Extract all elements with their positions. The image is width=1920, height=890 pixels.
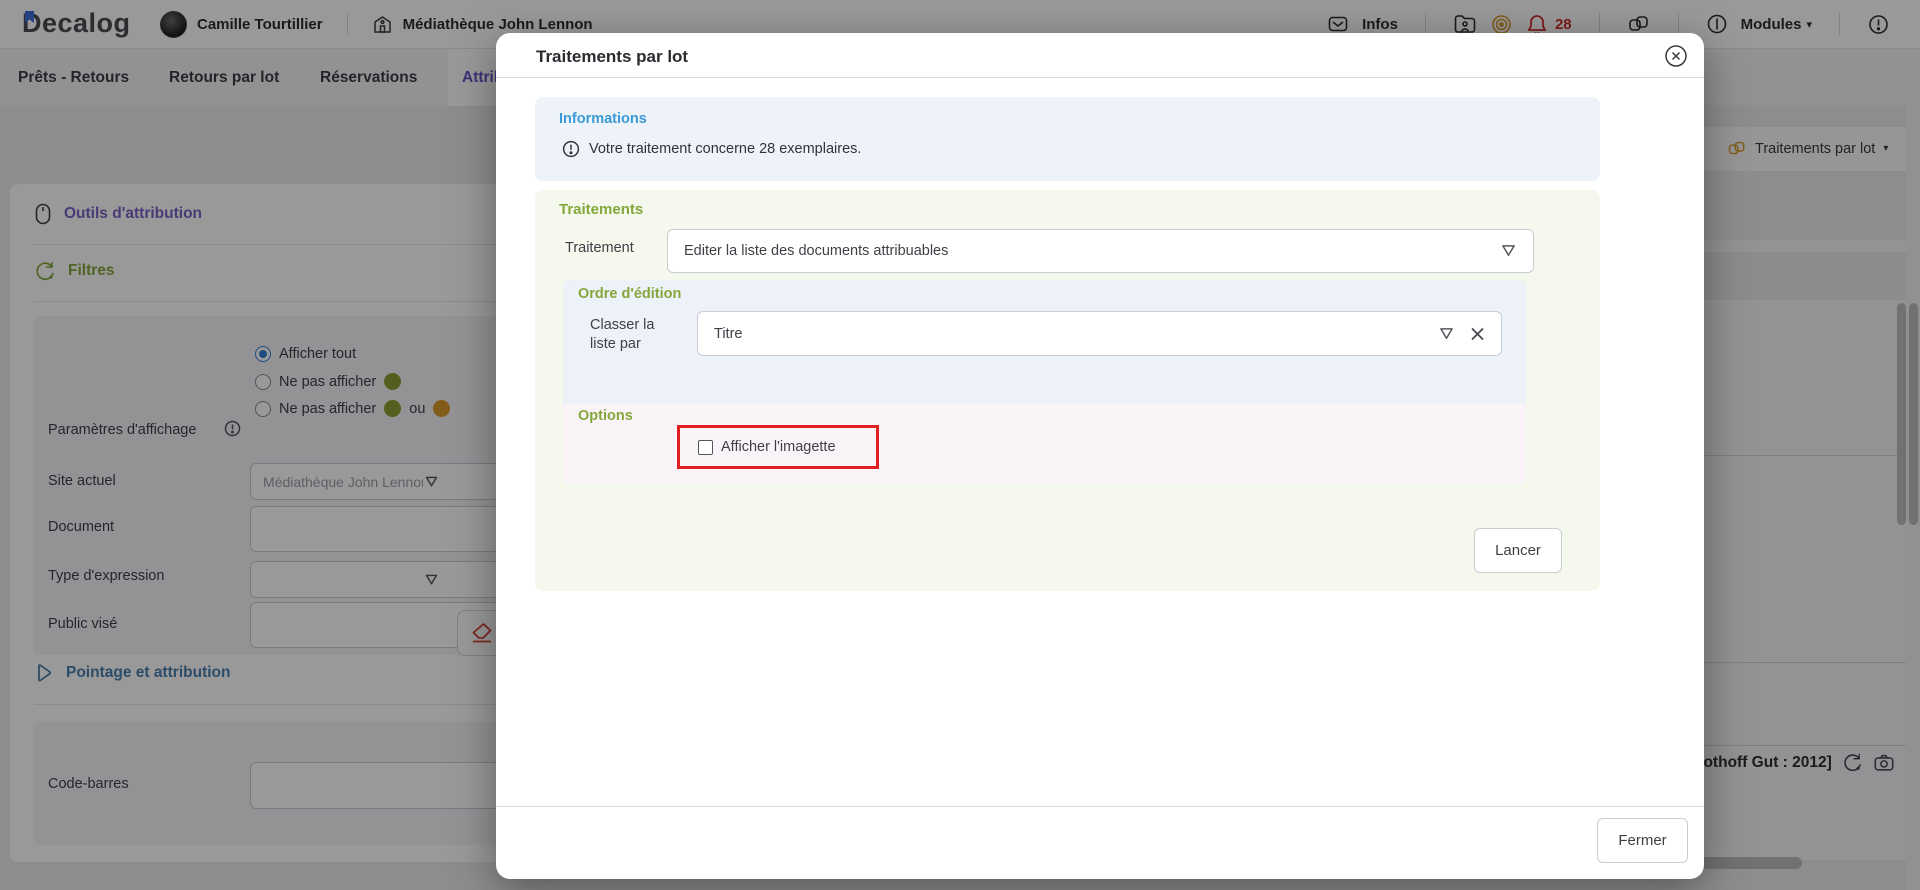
info-circle-icon xyxy=(561,139,581,159)
app-screen: Decalog Camille Tourtillier Médiathèque … xyxy=(0,0,1920,890)
edition-order-panel: Ordre d'édition Classer la liste par Tit… xyxy=(563,280,1526,420)
batch-processing-modal: Traitements par lot Informations Votre t… xyxy=(496,33,1704,879)
clear-x-icon[interactable] xyxy=(1470,326,1485,341)
options-title: Options xyxy=(578,408,633,424)
show-thumbnail-checkbox[interactable] xyxy=(698,440,713,455)
info-box-title: Informations xyxy=(559,111,647,127)
dropdown-icon xyxy=(1438,327,1455,341)
options-panel: Options Afficher l'imagette xyxy=(563,404,1526,484)
close-button[interactable]: Fermer xyxy=(1597,818,1688,863)
dropdown-icon xyxy=(1500,244,1517,258)
close-icon[interactable] xyxy=(1664,44,1688,68)
show-thumbnail-label: Afficher l'imagette xyxy=(721,439,836,455)
modal-title: Traitements par lot xyxy=(536,47,688,67)
divider xyxy=(496,806,1704,807)
sort-by-label: Classer la liste par xyxy=(590,316,654,354)
edition-order-title: Ordre d'édition xyxy=(578,286,681,302)
divider xyxy=(496,77,1704,78)
launch-button[interactable]: Lancer xyxy=(1474,528,1562,573)
treatments-title: Traitements xyxy=(559,201,643,218)
info-box: Informations Votre traitement concerne 2… xyxy=(535,97,1600,181)
treatments-panel: Traitements Traitement Editer la liste d… xyxy=(535,190,1600,591)
treatment-value: Editer la liste des documents attribuabl… xyxy=(684,243,948,259)
info-text: Votre traitement concerne 28 exemplaires… xyxy=(589,141,861,157)
treatment-label: Traitement xyxy=(565,240,634,256)
sort-by-value: Titre xyxy=(714,326,742,342)
highlighted-option: Afficher l'imagette xyxy=(677,425,879,469)
treatment-select[interactable]: Editer la liste des documents attribuabl… xyxy=(667,229,1534,273)
sort-by-select[interactable]: Titre xyxy=(697,311,1502,356)
